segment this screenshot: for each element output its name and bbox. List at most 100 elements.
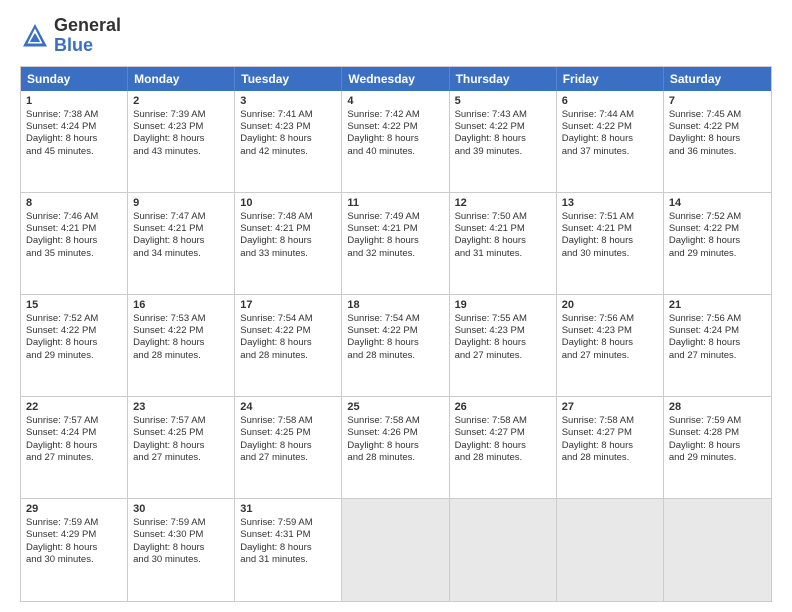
day-number: 26 <box>455 401 551 413</box>
calendar-week-5: 29 Sunrise: 7:59 AM Sunset: 4:29 PM Dayli… <box>21 499 771 601</box>
day-info: Sunrise: 7:54 AM Sunset: 4:22 PM Dayligh… <box>347 313 443 362</box>
day-number: 15 <box>26 299 122 311</box>
day-number: 27 <box>562 401 658 413</box>
calendar-cell: 24 Sunrise: 7:58 AM Sunset: 4:25 PM Dayli… <box>235 397 342 498</box>
header-day-thursday: Thursday <box>450 67 557 91</box>
header-day-friday: Friday <box>557 67 664 91</box>
calendar-cell: 2 Sunrise: 7:39 AM Sunset: 4:23 PM Daylig… <box>128 91 235 192</box>
logo-text: General Blue <box>54 16 121 56</box>
day-info: Sunrise: 7:50 AM Sunset: 4:21 PM Dayligh… <box>455 211 551 260</box>
day-info: Sunrise: 7:51 AM Sunset: 4:21 PM Dayligh… <box>562 211 658 260</box>
calendar-week-3: 15 Sunrise: 7:52 AM Sunset: 4:22 PM Dayli… <box>21 295 771 397</box>
day-info: Sunrise: 7:58 AM Sunset: 4:25 PM Dayligh… <box>240 415 336 464</box>
calendar-cell <box>342 499 449 601</box>
day-number: 31 <box>240 503 336 515</box>
day-number: 7 <box>669 95 766 107</box>
day-number: 18 <box>347 299 443 311</box>
day-info: Sunrise: 7:38 AM Sunset: 4:24 PM Dayligh… <box>26 109 122 158</box>
calendar-week-4: 22Sunrise: 7:57 AM Sunset: 4:24 PM Dayli… <box>21 397 771 499</box>
calendar-cell: 13 Sunrise: 7:51 AM Sunset: 4:21 PM Dayli… <box>557 193 664 294</box>
day-info: Sunrise: 7:43 AM Sunset: 4:22 PM Dayligh… <box>455 109 551 158</box>
day-info: Sunrise: 7:47 AM Sunset: 4:21 PM Dayligh… <box>133 211 229 260</box>
day-info: Sunrise: 7:59 AM Sunset: 4:29 PM Dayligh… <box>26 517 122 566</box>
day-number: 13 <box>562 197 658 209</box>
calendar-cell: 3 Sunrise: 7:41 AM Sunset: 4:23 PM Daylig… <box>235 91 342 192</box>
calendar-cell: 18 Sunrise: 7:54 AM Sunset: 4:22 PM Dayli… <box>342 295 449 396</box>
day-number: 10 <box>240 197 336 209</box>
calendar-body: 1 Sunrise: 7:38 AM Sunset: 4:24 PM Daylig… <box>21 91 771 601</box>
day-number: 6 <box>562 95 658 107</box>
calendar-cell <box>450 499 557 601</box>
calendar-cell: 20 Sunrise: 7:56 AM Sunset: 4:23 PM Dayli… <box>557 295 664 396</box>
calendar-cell: 25 Sunrise: 7:58 AM Sunset: 4:26 PM Dayli… <box>342 397 449 498</box>
calendar-cell: 26 Sunrise: 7:58 AM Sunset: 4:27 PM Dayli… <box>450 397 557 498</box>
day-info: Sunrise: 7:55 AM Sunset: 4:23 PM Dayligh… <box>455 313 551 362</box>
logo: General Blue <box>20 16 121 56</box>
day-info: Sunrise: 7:58 AM Sunset: 4:27 PM Dayligh… <box>562 415 658 464</box>
day-info: Sunrise: 7:56 AM Sunset: 4:24 PM Dayligh… <box>669 313 766 362</box>
calendar-cell: 23Sunrise: 7:57 AM Sunset: 4:25 PM Dayli… <box>128 397 235 498</box>
calendar-cell: 29 Sunrise: 7:59 AM Sunset: 4:29 PM Dayli… <box>21 499 128 601</box>
calendar-cell: 28Sunrise: 7:59 AM Sunset: 4:28 PM Dayli… <box>664 397 771 498</box>
calendar-cell: 19Sunrise: 7:55 AM Sunset: 4:23 PM Dayli… <box>450 295 557 396</box>
calendar-cell: 1 Sunrise: 7:38 AM Sunset: 4:24 PM Daylig… <box>21 91 128 192</box>
day-number: 2 <box>133 95 229 107</box>
day-number: 29 <box>26 503 122 515</box>
day-number: 23 <box>133 401 229 413</box>
day-number: 20 <box>562 299 658 311</box>
day-info: Sunrise: 7:58 AM Sunset: 4:27 PM Dayligh… <box>455 415 551 464</box>
calendar-week-2: 8 Sunrise: 7:46 AM Sunset: 4:21 PM Daylig… <box>21 193 771 295</box>
calendar-cell: 7Sunrise: 7:45 AM Sunset: 4:22 PM Daylig… <box>664 91 771 192</box>
calendar-week-1: 1 Sunrise: 7:38 AM Sunset: 4:24 PM Daylig… <box>21 91 771 193</box>
day-number: 22 <box>26 401 122 413</box>
calendar-cell: 27 Sunrise: 7:58 AM Sunset: 4:27 PM Dayli… <box>557 397 664 498</box>
calendar-cell: 14 Sunrise: 7:52 AM Sunset: 4:22 PM Dayli… <box>664 193 771 294</box>
day-info: Sunrise: 7:59 AM Sunset: 4:31 PM Dayligh… <box>240 517 336 566</box>
day-number: 3 <box>240 95 336 107</box>
header-day-saturday: Saturday <box>664 67 771 91</box>
day-number: 24 <box>240 401 336 413</box>
day-info: Sunrise: 7:56 AM Sunset: 4:23 PM Dayligh… <box>562 313 658 362</box>
calendar-cell: 15 Sunrise: 7:52 AM Sunset: 4:22 PM Dayli… <box>21 295 128 396</box>
calendar-cell <box>664 499 771 601</box>
day-info: Sunrise: 7:53 AM Sunset: 4:22 PM Dayligh… <box>133 313 229 362</box>
calendar-cell: 11 Sunrise: 7:49 AM Sunset: 4:21 PM Dayli… <box>342 193 449 294</box>
calendar-cell <box>557 499 664 601</box>
header-day-monday: Monday <box>128 67 235 91</box>
calendar-cell: 21 Sunrise: 7:56 AM Sunset: 4:24 PM Dayli… <box>664 295 771 396</box>
day-info: Sunrise: 7:39 AM Sunset: 4:23 PM Dayligh… <box>133 109 229 158</box>
calendar-cell: 16 Sunrise: 7:53 AM Sunset: 4:22 PM Dayli… <box>128 295 235 396</box>
day-number: 9 <box>133 197 229 209</box>
day-info: Sunrise: 7:58 AM Sunset: 4:26 PM Dayligh… <box>347 415 443 464</box>
day-info: Sunrise: 7:49 AM Sunset: 4:21 PM Dayligh… <box>347 211 443 260</box>
day-info: Sunrise: 7:52 AM Sunset: 4:22 PM Dayligh… <box>26 313 122 362</box>
day-info: Sunrise: 7:52 AM Sunset: 4:22 PM Dayligh… <box>669 211 766 260</box>
calendar-cell: 4Sunrise: 7:42 AM Sunset: 4:22 PM Daylig… <box>342 91 449 192</box>
day-info: Sunrise: 7:46 AM Sunset: 4:21 PM Dayligh… <box>26 211 122 260</box>
day-number: 12 <box>455 197 551 209</box>
calendar-cell: 30Sunrise: 7:59 AM Sunset: 4:30 PM Dayli… <box>128 499 235 601</box>
day-number: 5 <box>455 95 551 107</box>
day-info: Sunrise: 7:41 AM Sunset: 4:23 PM Dayligh… <box>240 109 336 158</box>
calendar-cell: 10Sunrise: 7:48 AM Sunset: 4:21 PM Dayli… <box>235 193 342 294</box>
day-number: 1 <box>26 95 122 107</box>
header-day-sunday: Sunday <box>21 67 128 91</box>
day-number: 14 <box>669 197 766 209</box>
calendar-cell: 12 Sunrise: 7:50 AM Sunset: 4:21 PM Dayli… <box>450 193 557 294</box>
day-number: 8 <box>26 197 122 209</box>
calendar-cell: 31 Sunrise: 7:59 AM Sunset: 4:31 PM Dayli… <box>235 499 342 601</box>
day-number: 11 <box>347 197 443 209</box>
calendar-header: SundayMondayTuesdayWednesdayThursdayFrid… <box>21 67 771 91</box>
day-info: Sunrise: 7:59 AM Sunset: 4:28 PM Dayligh… <box>669 415 766 464</box>
day-number: 21 <box>669 299 766 311</box>
calendar: SundayMondayTuesdayWednesdayThursdayFrid… <box>20 66 772 602</box>
day-info: Sunrise: 7:44 AM Sunset: 4:22 PM Dayligh… <box>562 109 658 158</box>
day-number: 17 <box>240 299 336 311</box>
header: General Blue <box>20 16 772 56</box>
calendar-cell: 17Sunrise: 7:54 AM Sunset: 4:22 PM Dayli… <box>235 295 342 396</box>
day-number: 25 <box>347 401 443 413</box>
header-day-tuesday: Tuesday <box>235 67 342 91</box>
calendar-cell: 5 Sunrise: 7:43 AM Sunset: 4:22 PM Daylig… <box>450 91 557 192</box>
day-number: 16 <box>133 299 229 311</box>
calendar-cell: 8 Sunrise: 7:46 AM Sunset: 4:21 PM Daylig… <box>21 193 128 294</box>
